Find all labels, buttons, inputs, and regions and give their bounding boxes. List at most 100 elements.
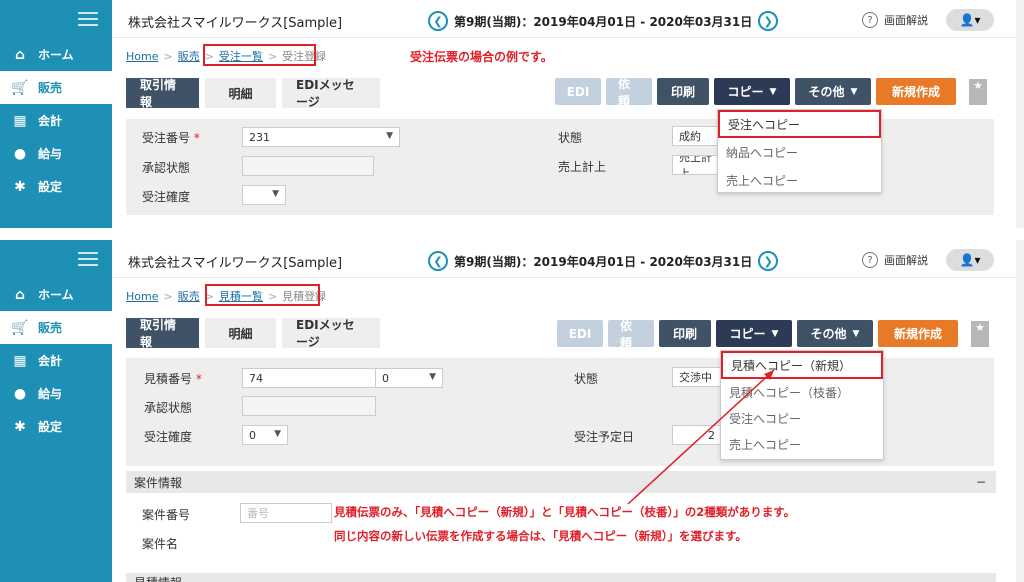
approval-label: 承認状態	[144, 401, 193, 415]
next-period-icon[interactable]: ❯	[758, 11, 779, 31]
status-select[interactable]: 成約	[672, 126, 722, 146]
copy-button[interactable]: コピー ▼	[714, 78, 790, 105]
sidebar-item-accounting[interactable]: ▦ 会計	[0, 344, 112, 377]
section-estimate-header[interactable]: 見積情報	[126, 573, 996, 582]
menu-copy-to-estimate-branch[interactable]: 見積へコピー（枝番）	[721, 379, 883, 405]
menu-copy-to-order[interactable]: 受注へコピー	[718, 110, 881, 138]
sidebar-item-sales[interactable]: 🛒 販売	[0, 311, 112, 344]
sales-label: 売上計上	[558, 160, 607, 174]
other-button[interactable]: その他 ▼	[797, 320, 873, 347]
est-no-field[interactable]: 74	[242, 368, 376, 388]
project-no-field[interactable]: 番号	[240, 503, 332, 523]
certainty-label: 受注確度	[144, 430, 193, 444]
request-button[interactable]: 依頼	[608, 319, 654, 350]
help-link[interactable]: ? 画面解説	[862, 12, 928, 28]
caret-down-icon: ▼	[769, 86, 777, 97]
tab-edi[interactable]: EDIメッセージ	[282, 78, 380, 109]
request-button[interactable]: 依頼	[606, 77, 652, 108]
sidebar-item-home[interactable]: ⌂ ホーム	[0, 38, 112, 71]
copy-dropdown-menu: 見積へコピー（新規） 見積へコピー（枝番） 受注へコピー 売上へコピー	[720, 350, 884, 460]
money-bag-icon: ●	[13, 385, 27, 402]
menu-copy-to-estimate-new[interactable]: 見積へコピー（新規）	[721, 351, 883, 379]
tab-details[interactable]: 明細	[205, 78, 276, 108]
caret-down-icon: ▼	[771, 328, 779, 339]
prev-period-icon[interactable]: ❮	[428, 251, 448, 271]
sidebar: ⌂ ホーム 🛒 販売 ▦ 会計 ● 給与 ✱ 設定	[0, 240, 112, 582]
user-icon: 👤▾	[959, 253, 981, 267]
new-button[interactable]: 新規作成	[878, 320, 958, 347]
highlight-box	[203, 44, 316, 66]
caret-down-icon: ▼	[429, 372, 436, 382]
section-project-header[interactable]: 案件情報 −	[126, 471, 996, 493]
sidebar-item-payroll[interactable]: ● 給与	[0, 137, 112, 170]
top-header: 株式会社スマイルワークス[Sample] ❮ 第9期(当期)：2019年04月0…	[112, 240, 1024, 278]
copy-button[interactable]: コピー ▼	[716, 320, 792, 347]
screenshot-order: ⌂ ホーム 🛒 販売 ▦ 会計 ● 給与 ✱ 設定 株式会社スマイルワークス[Sample…	[0, 0, 1024, 228]
favorite-star-icon[interactable]: ★	[971, 320, 989, 347]
breadcrumb-sales[interactable]: 販売	[178, 288, 200, 304]
tab-details[interactable]: 明細	[205, 318, 276, 348]
highlight-box	[205, 284, 320, 306]
favorite-star-icon[interactable]: ★	[969, 78, 987, 105]
status-label: 状態	[558, 131, 583, 145]
sales-select[interactable]: 売上計上	[672, 155, 722, 175]
edi-button[interactable]: EDI	[557, 320, 603, 347]
menu-copy-to-sales[interactable]: 売上へコピー	[721, 431, 883, 457]
caret-down-icon: ▼	[274, 429, 281, 439]
sidebar-item-sales[interactable]: 🛒 販売	[0, 71, 112, 104]
status-select[interactable]: 交渉中	[672, 367, 722, 387]
caret-down-icon: ▼	[852, 328, 860, 339]
help-link[interactable]: ? 画面解説	[862, 252, 928, 268]
caret-down-icon: ▼	[850, 86, 858, 97]
period-selector: ❮ 第9期(当期)：2019年04月01日 - 2020年03月31日 ❯	[422, 251, 784, 271]
tab-edi[interactable]: EDIメッセージ	[282, 318, 380, 349]
calculator-icon: ▦	[13, 112, 27, 129]
company-name: 株式会社スマイルワークス[Sample]	[128, 16, 343, 31]
order-no-select[interactable]: 231 ▼	[242, 127, 400, 147]
collapse-icon[interactable]: −	[976, 475, 986, 489]
edi-button[interactable]: EDI	[555, 78, 601, 105]
status-label: 状態	[574, 372, 599, 386]
tab-transaction[interactable]: 取引情報	[126, 318, 199, 349]
hamburger-menu-icon[interactable]	[78, 252, 98, 266]
approval-field	[242, 396, 376, 416]
scrollbar[interactable]	[1016, 240, 1024, 582]
project-name-label: 案件名	[142, 537, 179, 551]
top-header: 株式会社スマイルワークス[Sample] ❮ 第9期(当期)：2019年04月0…	[112, 0, 1024, 38]
breadcrumb-home[interactable]: Home	[126, 50, 158, 63]
tab-bar: 取引情報 明細 EDIメッセージ	[126, 318, 386, 349]
menu-copy-to-delivery[interactable]: 納品へコピー	[718, 138, 881, 166]
sidebar-item-payroll[interactable]: ● 給与	[0, 377, 112, 410]
scrollbar[interactable]	[1016, 0, 1024, 228]
certainty-select[interactable]: 0 ▼	[242, 425, 288, 445]
user-menu-button[interactable]: 👤▾	[946, 9, 994, 31]
sidebar-item-settings[interactable]: ✱ 設定	[0, 410, 112, 443]
hamburger-menu-icon[interactable]	[78, 12, 98, 26]
prev-period-icon[interactable]: ❮	[428, 11, 448, 31]
certainty-select[interactable]: ▼	[242, 185, 286, 205]
branch-no-select[interactable]: 0 ▼	[375, 368, 443, 388]
copy-dropdown-menu: 受注へコピー 納品へコピー 売上へコピー	[717, 109, 882, 193]
next-period-icon[interactable]: ❯	[758, 251, 779, 271]
caret-down-icon: ▼	[386, 131, 393, 141]
other-button[interactable]: その他 ▼	[795, 78, 871, 105]
breadcrumb-sales[interactable]: 販売	[178, 48, 200, 64]
print-button[interactable]: 印刷	[657, 78, 709, 105]
sidebar-item-accounting[interactable]: ▦ 会計	[0, 104, 112, 137]
sidebar-item-settings[interactable]: ✱ 設定	[0, 170, 112, 203]
tab-bar: 取引情報 明細 EDIメッセージ	[126, 78, 386, 109]
company-name: 株式会社スマイルワークス[Sample]	[128, 256, 343, 271]
print-button[interactable]: 印刷	[659, 320, 711, 347]
sidebar-item-home[interactable]: ⌂ ホーム	[0, 278, 112, 311]
calculator-icon: ▦	[13, 352, 27, 369]
new-button[interactable]: 新規作成	[876, 78, 956, 105]
menu-copy-to-sales[interactable]: 売上へコピー	[718, 166, 881, 194]
tab-transaction[interactable]: 取引情報	[126, 78, 199, 109]
menu-copy-to-order[interactable]: 受注へコピー	[721, 405, 883, 431]
annotation-line-1: 見積伝票のみ、「見積へコピー（新規）」と「見積へコピー（枝番）」の2種類がありま…	[334, 505, 796, 519]
user-icon: 👤▾	[959, 13, 981, 27]
gear-icon: ✱	[14, 418, 26, 435]
user-menu-button[interactable]: 👤▾	[946, 249, 994, 271]
breadcrumb-home[interactable]: Home	[126, 290, 158, 303]
order-date-field[interactable]: 2	[672, 425, 722, 445]
